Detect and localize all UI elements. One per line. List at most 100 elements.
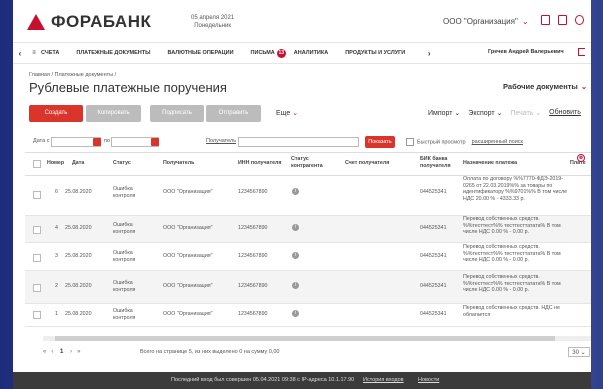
row-payee: ООО "Организация" — [163, 311, 213, 317]
column-header[interactable]: Номер — [47, 160, 64, 167]
date-block: 05 апреля 2021 Понедельник — [191, 14, 234, 30]
column-header[interactable]: Получатель — [163, 160, 194, 167]
work-docs-dropdown[interactable]: Рабочие документы ⌄ — [503, 82, 587, 91]
last-page-icon[interactable]: » — [77, 349, 80, 355]
create-button[interactable]: Создать — [29, 105, 83, 122]
row-status: Ошибка контроля — [113, 280, 136, 293]
row-checkbox[interactable] — [33, 311, 41, 319]
chevron-down-icon: ⌄ — [292, 110, 299, 117]
import-label: Импорт — [428, 110, 453, 117]
row-bik: 044525341 — [420, 311, 447, 317]
payee-input[interactable] — [238, 137, 359, 147]
row-bik: 044525341 — [420, 189, 447, 195]
send-button[interactable]: Отправить — [206, 105, 261, 122]
column-header[interactable]: Статус — [113, 160, 131, 167]
row-number: 6 — [55, 189, 58, 195]
nav-item-letters-label: ПИСЬМА — [250, 49, 275, 56]
counterparty-status-icon[interactable]: i — [292, 310, 299, 317]
counterparty-status-icon[interactable]: i — [292, 188, 299, 195]
date-from-label: Дата с — [33, 138, 50, 144]
quick-view-checkbox[interactable] — [406, 138, 414, 146]
column-header[interactable]: БИК банка получателя — [420, 156, 454, 169]
column-header[interactable]: Счет получателя — [345, 160, 389, 167]
copy-button[interactable]: Копировать — [86, 105, 141, 122]
counterparty-status-icon[interactable]: i — [292, 252, 299, 259]
nav-item-letters[interactable]: ПИСЬМА 13 — [250, 48, 286, 58]
table-row[interactable]: 4 25.08.2020 Ошибка контроля ООО "Органи… — [25, 216, 591, 243]
more-label: Еще — [276, 110, 291, 117]
top-icons — [541, 15, 584, 25]
organization-selector[interactable]: ООО "Организация" ⌄ — [443, 17, 529, 26]
news-link[interactable]: Новости — [418, 377, 439, 383]
row-number: 3 — [55, 253, 58, 259]
table-row[interactable]: 2 25.08.2020 Ошибка контроля ООО "Органи… — [25, 271, 591, 304]
nav-item-products[interactable]: ПРОДУКТЫ И УСЛУГИ — [345, 50, 405, 56]
current-date: 05 апреля 2021 — [191, 15, 235, 21]
column-header[interactable]: Статус контрагента — [291, 156, 323, 169]
chevron-down-icon: ⌄ — [580, 82, 588, 91]
app-window: ФОРАБАНК 05 апреля 2021 Понедельник ООО … — [13, 0, 591, 389]
row-inn: 1234567890 — [238, 283, 268, 289]
table-header: Номер Дата Статус Получатель ИНН получат… — [25, 152, 591, 176]
login-history-link[interactable]: История входов — [363, 377, 404, 383]
select-all-checkbox[interactable] — [33, 160, 41, 168]
next-page-icon[interactable]: › — [70, 349, 72, 355]
row-bik: 044525341 — [420, 283, 447, 289]
scroll-thumb[interactable] — [55, 336, 555, 341]
row-checkbox[interactable] — [33, 254, 41, 262]
column-header[interactable]: Дата — [72, 160, 84, 167]
settings-icon[interactable] — [575, 15, 584, 25]
nav-prev-icon[interactable]: ‹ — [13, 49, 27, 58]
horizontal-scrollbar[interactable] — [43, 336, 591, 341]
table-row[interactable]: 6 25.08.2020 Ошибка контроля ООО "Органи… — [25, 175, 591, 216]
current-page[interactable]: 1 — [60, 349, 63, 355]
calendar-icon[interactable] — [151, 138, 159, 146]
row-inn: 1234567890 — [238, 253, 268, 259]
row-payee: ООО "Организация" — [163, 189, 213, 195]
calendar-icon[interactable] — [93, 138, 101, 146]
row-checkbox[interactable] — [33, 226, 41, 234]
row-purpose: Перевод собственных средств. НДС не обла… — [463, 305, 560, 318]
row-status: Ошибка контроля — [113, 222, 136, 235]
logo-icon — [27, 14, 45, 30]
print-label: Печать — [510, 110, 534, 117]
sign-button[interactable]: Подписать — [150, 105, 204, 122]
column-header[interactable]: ИНН получателя — [238, 160, 282, 167]
breadcrumb[interactable]: Главная / Платежные документы / — [29, 72, 116, 78]
nav-item-currency-ops[interactable]: ВАЛЮТНЫЕ ОПЕРАЦИИ — [168, 50, 234, 56]
nav-item-analytics[interactable]: АНАЛИТИКА — [294, 50, 328, 56]
page-size-select[interactable]: 30 ⌄ — [568, 347, 590, 357]
table-row[interactable]: 1 25.08.2020 Ошибка контроля ООО "Органи… — [25, 304, 591, 327]
print-dropdown[interactable]: Печать ⌄ — [510, 109, 541, 117]
main-nav: ‹ ≡ СЧЕТА ПЛАТЕЖНЫЕ ДОКУМЕНТЫ ВАЛЮТНЫЕ О… — [13, 42, 591, 64]
counterparty-status-icon[interactable]: i — [292, 282, 299, 289]
nav-item-accounts[interactable]: СЧЕТА — [41, 50, 59, 56]
import-dropdown[interactable]: Импорт ⌄ — [428, 109, 460, 117]
first-page-icon[interactable]: « — [43, 349, 46, 355]
quick-view-toggle[interactable]: Быстрый просмотр расширенный поиск — [406, 138, 523, 146]
advanced-search-link[interactable]: расширенный поиск — [472, 139, 523, 145]
nav-next-icon[interactable]: › — [422, 49, 436, 58]
row-inn: 1234567890 — [238, 311, 268, 317]
column-settings-icon[interactable]: ⊗ — [577, 154, 585, 162]
prev-page-icon[interactable]: ‹ — [51, 349, 53, 355]
row-number: 1 — [55, 311, 58, 317]
show-button[interactable]: Показать — [365, 136, 395, 148]
row-purpose: Перевод собственных средств. %%тесттест%… — [463, 274, 561, 293]
column-header[interactable]: Назначение платежа — [463, 160, 517, 167]
nav-home-icon[interactable]: ≡ — [27, 50, 41, 56]
bank-logo[interactable]: ФОРАБАНК — [27, 12, 151, 32]
row-checkbox[interactable] — [33, 284, 41, 292]
counterparty-status-icon[interactable]: i — [292, 224, 299, 231]
more-dropdown[interactable]: Еще ⌄ — [276, 109, 298, 117]
export-dropdown[interactable]: Экспорт ⌄ — [468, 109, 502, 117]
camera-icon[interactable] — [558, 15, 567, 25]
payee-label[interactable]: Получатель — [206, 138, 236, 144]
row-checkbox[interactable] — [33, 191, 41, 199]
logout-icon[interactable] — [578, 48, 585, 56]
document-icon[interactable] — [541, 15, 550, 25]
table-row[interactable]: 3 25.08.2020 Ошибка контроля ООО "Органи… — [25, 243, 591, 271]
nav-item-payment-docs[interactable]: ПЛАТЕЖНЫЕ ДОКУМЕНТЫ — [76, 50, 150, 56]
user-name[interactable]: Гречев Андрей Валерьевич — [488, 49, 564, 55]
refresh-link[interactable]: Обновить — [549, 109, 581, 117]
